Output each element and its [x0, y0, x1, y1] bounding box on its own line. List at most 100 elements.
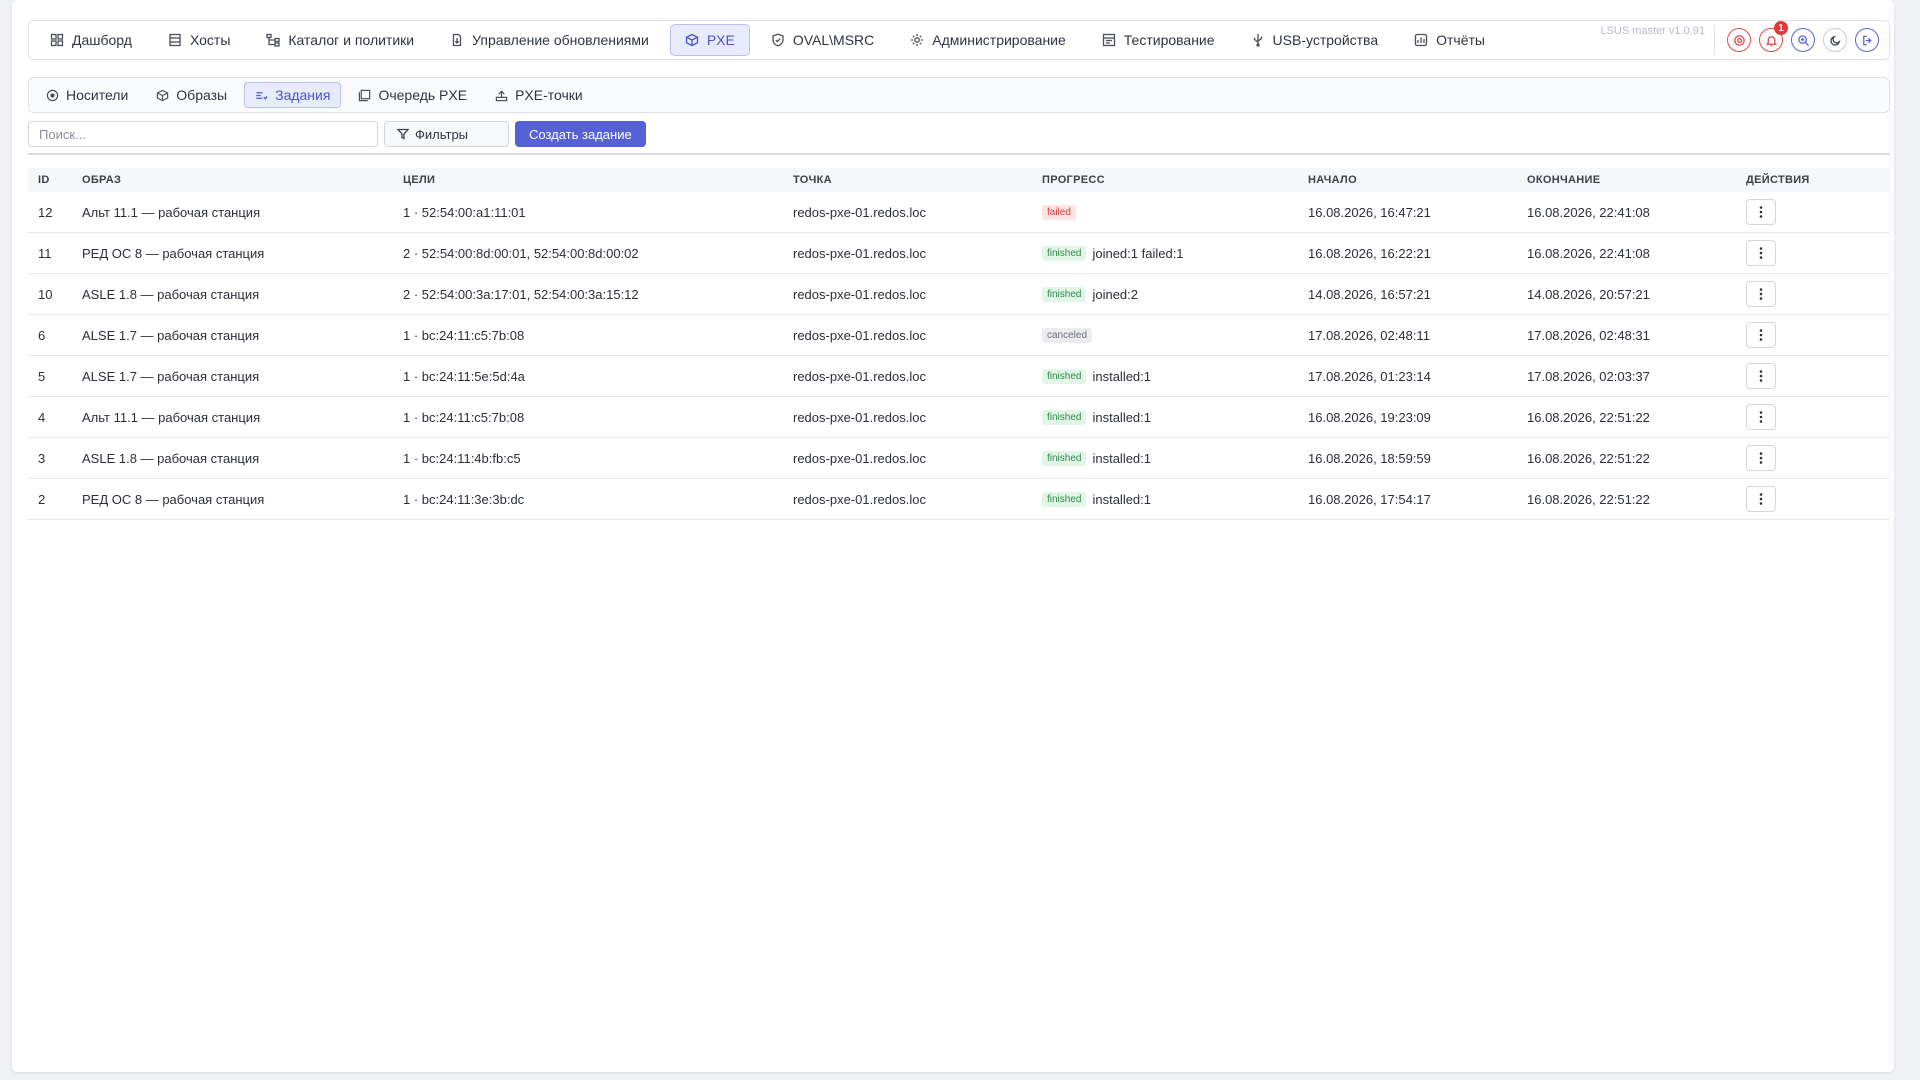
shield-icon: [771, 33, 785, 47]
table-row[interactable]: 5 ALSE 1.7 — рабочая станция 1 · bc:24:1…: [28, 356, 1890, 397]
progress-text: joined:2: [1092, 286, 1139, 302]
subnav-images[interactable]: Образы: [145, 82, 238, 108]
cell-end: 16.08.2026, 22:41:08: [1527, 245, 1650, 261]
nav-label: Дашборд: [72, 32, 132, 48]
cell-end: 16.08.2026, 22:51:22: [1527, 409, 1650, 425]
more-vertical-icon: [1759, 329, 1763, 341]
cell-progress: canceled: [1042, 327, 1308, 343]
logout-button[interactable]: [1855, 28, 1879, 52]
nav-label: Тестирование: [1123, 32, 1215, 48]
status-badge: finished: [1042, 368, 1087, 384]
row-actions-button[interactable]: [1746, 240, 1776, 266]
row-actions-button[interactable]: [1746, 322, 1776, 348]
header-actions: ДЕЙСТВИЯ: [1746, 174, 1810, 186]
progress-text: installed:1: [1092, 409, 1152, 425]
queue-icon: [359, 89, 371, 101]
status-badge: canceled: [1042, 327, 1093, 343]
cell-point: redos-pxe-01.redos.loc: [793, 204, 926, 220]
search-input[interactable]: [28, 121, 378, 147]
nav-catalog[interactable]: Каталог и политики: [251, 24, 429, 56]
cell-id: 2: [38, 491, 46, 507]
theme-toggle-button[interactable]: [1823, 28, 1847, 52]
filters-button[interactable]: Фильтры: [384, 121, 509, 147]
subnav-pxe-queue[interactable]: Очередь PXE: [347, 82, 478, 108]
row-actions-button[interactable]: [1746, 404, 1776, 430]
cell-actions: [1746, 281, 1866, 307]
nav-pxe[interactable]: PXE: [669, 24, 750, 56]
subnav-label: Очередь PXE: [378, 87, 468, 103]
cell-start: 16.08.2026, 19:23:09: [1308, 409, 1431, 425]
toolbar-divider: [28, 153, 1890, 155]
nav-usb[interactable]: USB-устройства: [1236, 24, 1394, 56]
cell-point: redos-pxe-01.redos.loc: [793, 245, 926, 261]
cell-point: redos-pxe-01.redos.loc: [793, 450, 926, 466]
cell-start: 17.08.2026, 01:23:14: [1308, 368, 1431, 384]
table-row[interactable]: 6 ALSE 1.7 — рабочая станция 1 · bc:24:1…: [28, 315, 1890, 356]
network-icon: [495, 89, 508, 101]
cell-progress: finished joined:1 failed:1: [1042, 245, 1308, 261]
more-vertical-icon: [1759, 247, 1763, 259]
disc-icon: [46, 89, 59, 101]
subnav-pxe-points[interactable]: PXE-точки: [484, 82, 594, 108]
status-badge: failed: [1042, 204, 1076, 220]
cell-id: 4: [38, 409, 46, 425]
cell-start: 16.08.2026, 16:22:21: [1308, 245, 1431, 261]
row-actions-button[interactable]: [1746, 445, 1776, 471]
cell-start: 16.08.2026, 16:47:21: [1308, 204, 1431, 220]
cell-id: 12: [38, 204, 53, 220]
filters-label: Фильтры: [415, 126, 469, 142]
table-header: ID ОБРАЗ ЦЕЛИ ТОЧКА ПРОГРЕСС НАЧАЛО ОКОН…: [28, 168, 1890, 192]
table-row[interactable]: 12 Альт 11.1 — рабочая станция 1 · 52:54…: [28, 192, 1890, 233]
row-actions-button[interactable]: [1746, 486, 1776, 512]
nav-hosts[interactable]: Хосты: [153, 24, 245, 56]
dashboard-icon: [50, 33, 64, 47]
row-actions-button[interactable]: [1746, 199, 1776, 225]
nav-updates[interactable]: Управление обновлениями: [435, 24, 664, 56]
cell-id: 11: [38, 245, 52, 261]
header-point: ТОЧКА: [793, 174, 832, 186]
cell-actions: [1746, 240, 1866, 266]
cell-progress: finished joined:2: [1042, 286, 1308, 302]
table-row[interactable]: 4 Альт 11.1 — рабочая станция 1 · bc:24:…: [28, 397, 1890, 438]
cell-point: redos-pxe-01.redos.loc: [793, 368, 926, 384]
row-actions-button[interactable]: [1746, 363, 1776, 389]
progress-text: joined:1 failed:1: [1092, 245, 1184, 261]
nav-testing[interactable]: Тестирование: [1087, 24, 1230, 56]
table-row[interactable]: 11 РЕД ОС 8 — рабочая станция 2 · 52:54:…: [28, 233, 1890, 274]
table-row[interactable]: 10 ASLE 1.8 — рабочая станция 2 · 52:54:…: [28, 274, 1890, 315]
report-icon: [1414, 33, 1428, 47]
nav-label: USB-устройства: [1272, 32, 1379, 48]
nav-oval-msrc[interactable]: OVAL\MSRC: [756, 24, 889, 56]
cell-targets: 1 · bc:24:11:4b:fb:c5: [403, 450, 521, 466]
more-vertical-icon: [1759, 452, 1763, 464]
nav-reports[interactable]: Отчёты: [1399, 24, 1500, 56]
zoom-button[interactable]: [1791, 28, 1815, 52]
cell-end: 17.08.2026, 02:48:31: [1527, 327, 1650, 343]
more-vertical-icon: [1759, 493, 1763, 505]
table-row[interactable]: 3 ASLE 1.8 — рабочая станция 1 · bc:24:1…: [28, 438, 1890, 479]
cell-start: 16.08.2026, 18:59:59: [1308, 450, 1431, 466]
subnav-media[interactable]: Носители: [35, 82, 139, 108]
cell-actions: [1746, 486, 1866, 512]
create-task-button[interactable]: Создать задание: [515, 121, 646, 147]
cell-actions: [1746, 445, 1866, 471]
more-vertical-icon: [1759, 206, 1763, 218]
row-actions-button[interactable]: [1746, 281, 1776, 307]
notifications-button[interactable]: 1: [1759, 21, 1788, 52]
table-row[interactable]: 2 РЕД ОС 8 — рабочая станция 1 · bc:24:1…: [28, 479, 1890, 520]
pxe-subnav: Носители Образы Задания Очередь PXE PXE-…: [28, 77, 1890, 113]
subnav-tasks[interactable]: Задания: [244, 82, 342, 108]
filter-icon: [397, 128, 409, 140]
nav-label: Каталог и политики: [288, 32, 415, 48]
checklist-icon: [1102, 33, 1116, 47]
nav-dashboard[interactable]: Дашборд: [35, 24, 147, 56]
status-badge: finished: [1042, 286, 1087, 302]
cell-point: redos-pxe-01.redos.loc: [793, 327, 926, 343]
cell-image: ALSE 1.7 — рабочая станция: [82, 327, 260, 343]
tree-icon: [266, 33, 281, 47]
support-button[interactable]: [1727, 28, 1751, 52]
nav-admin[interactable]: Администрирование: [895, 24, 1081, 56]
progress-text: installed:1: [1092, 491, 1152, 507]
cell-id: 10: [38, 286, 53, 302]
cell-progress: finished installed:1: [1042, 450, 1308, 466]
